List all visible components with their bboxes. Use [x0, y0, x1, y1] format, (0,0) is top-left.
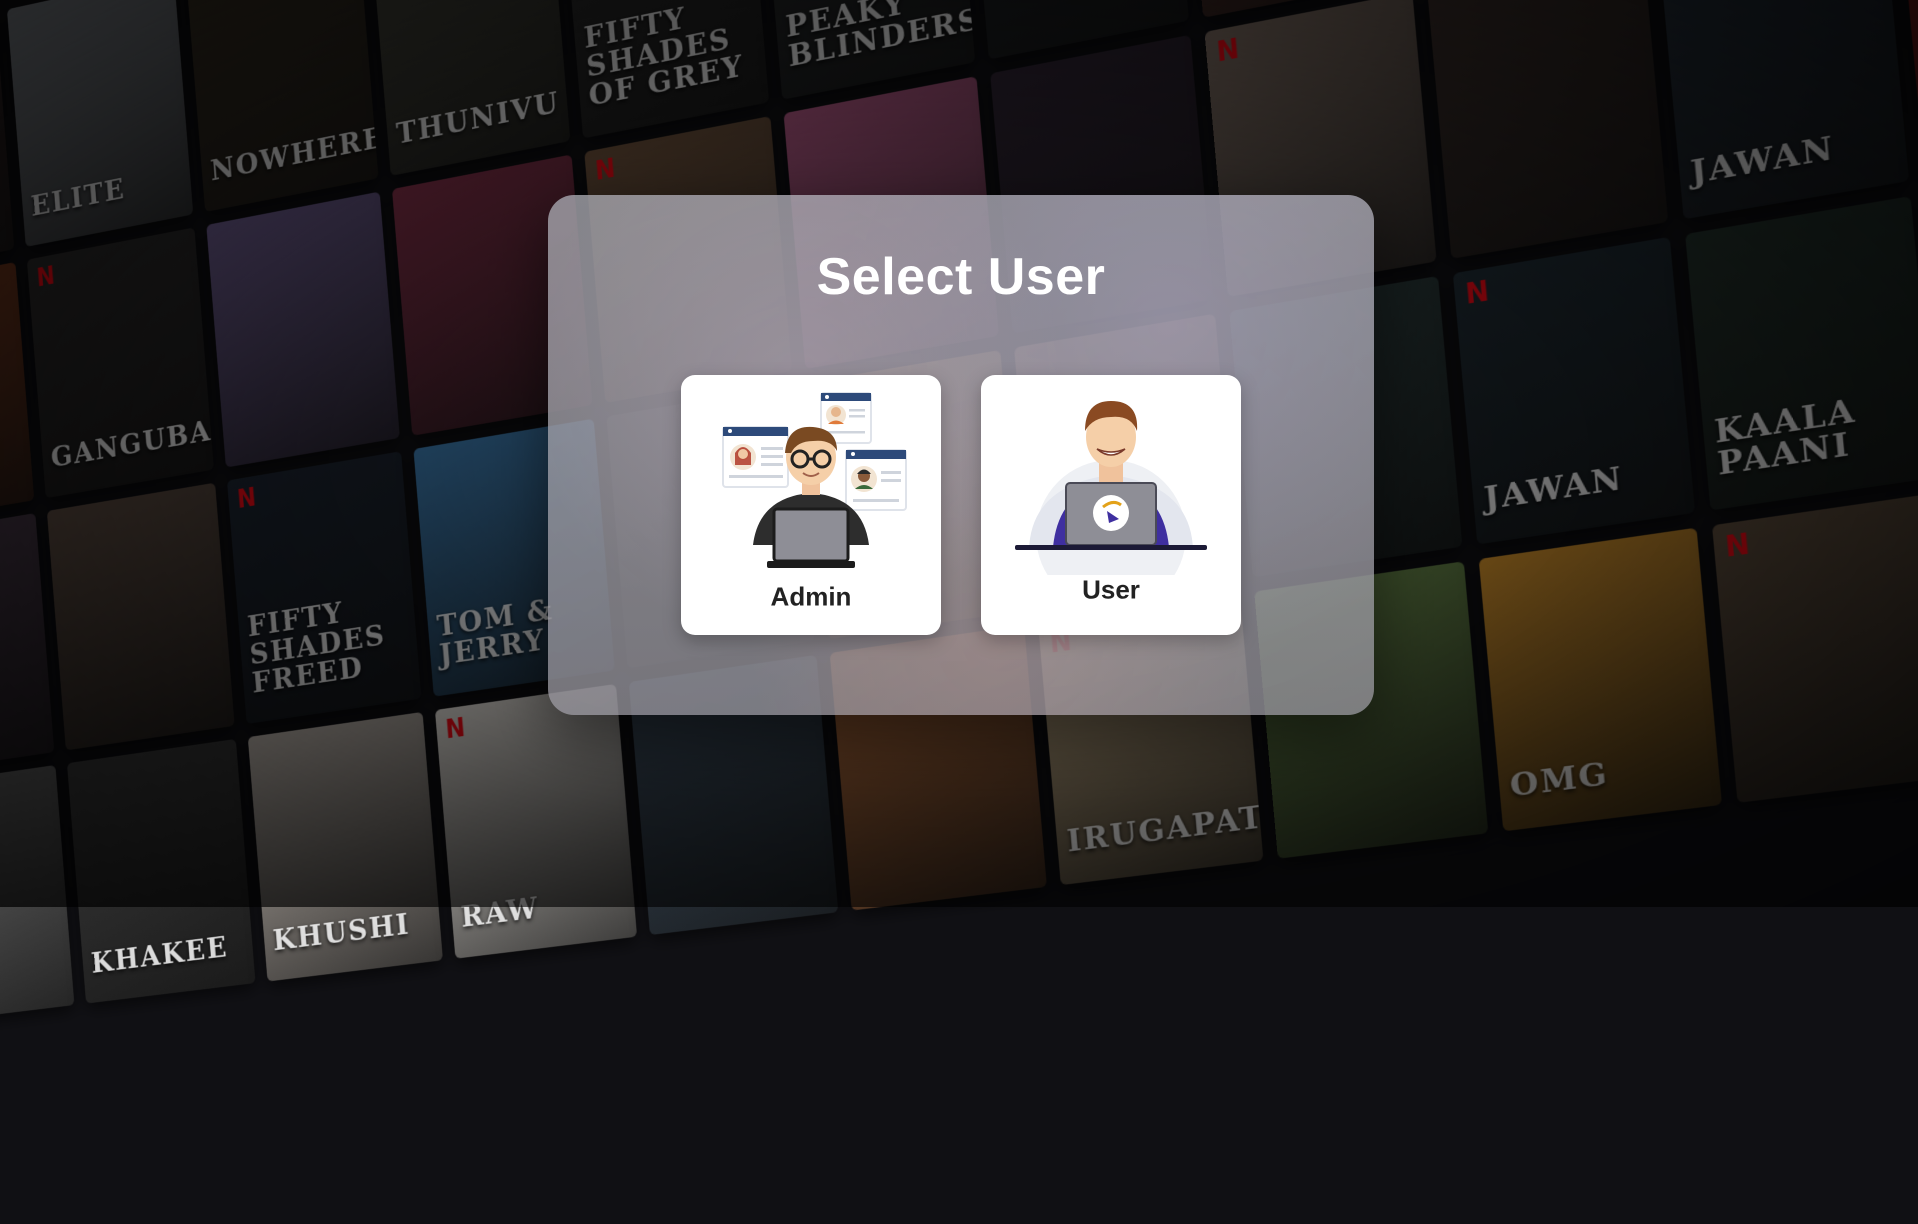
poster-title: KHAKEE [90, 930, 230, 981]
profile-card-right-icon [845, 449, 907, 511]
admin-role-label: Admin [770, 581, 852, 612]
modal-title: Select User [816, 248, 1106, 306]
user-role-card[interactable]: User [981, 375, 1241, 635]
admin-laptop-icon [767, 507, 855, 568]
user-laptop-illustration-icon [1015, 401, 1207, 575]
admin-laptop-illustration-icon [722, 392, 907, 568]
admin-role-card[interactable]: Admin [681, 375, 941, 635]
poster-title: KHUSHI [271, 907, 412, 958]
user-role-label: User [1082, 574, 1140, 605]
profile-card-left-icon [722, 426, 789, 488]
select-user-modal: Select User Admin User [548, 195, 1374, 715]
